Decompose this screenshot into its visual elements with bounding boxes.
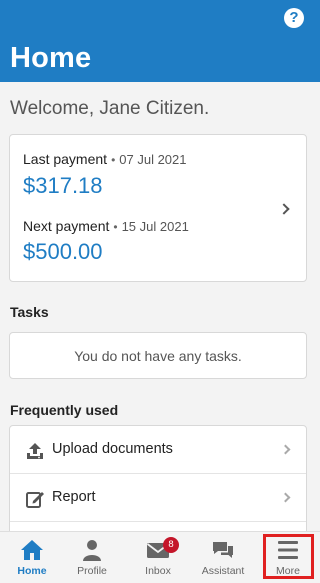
separator-dot: • <box>111 153 116 167</box>
home-icon <box>21 540 43 560</box>
upload-documents-label: Upload documents <box>52 441 173 457</box>
payments-card[interactable]: Last payment • 07 Jul 2021 $317.18 Next pa… <box>9 134 307 282</box>
next-payment-label: Next payment <box>23 218 110 234</box>
tab-assistant-label: Assistant <box>201 565 245 577</box>
tab-home[interactable]: Home <box>0 532 64 583</box>
frequently-used-list: Upload documents Report <box>9 425 307 545</box>
report-label: Report <box>52 489 96 505</box>
tab-inbox[interactable]: 8 Inbox <box>126 532 190 583</box>
upload-documents-item[interactable]: Upload documents <box>10 426 306 474</box>
tasks-heading: Tasks <box>10 304 49 320</box>
tasks-card: You do not have any tasks. <box>9 332 307 379</box>
chevron-right-icon <box>278 203 290 215</box>
next-payment-date: 15 Jul 2021 <box>121 219 189 234</box>
report-item[interactable]: Report <box>10 474 306 522</box>
tab-assistant[interactable]: Assistant <box>191 532 255 583</box>
welcome-message: Welcome, Jane Citizen. <box>10 98 210 119</box>
upload-icon <box>27 443 43 459</box>
tab-profile-label: Profile <box>77 565 107 577</box>
help-icon[interactable]: ? <box>284 8 304 28</box>
header-bar: ? Home <box>0 0 320 82</box>
chat-icon <box>213 542 233 558</box>
next-payment-label-row: Next payment • 15 Jul 2021 <box>23 218 189 234</box>
frequently-used-heading: Frequently used <box>10 402 119 418</box>
chevron-right-icon <box>280 444 291 455</box>
next-payment-amount: $500.00 <box>23 239 103 264</box>
edit-icon <box>26 492 44 508</box>
chevron-right-icon <box>280 492 291 503</box>
separator-dot: • <box>113 220 118 234</box>
tasks-empty-message: You do not have any tasks. <box>74 348 242 364</box>
last-payment-label-row: Last payment • 07 Jul 2021 <box>23 151 187 167</box>
last-payment-amount: $317.18 <box>23 173 103 198</box>
last-payment-label: Last payment <box>23 151 108 167</box>
tab-home-label: Home <box>17 565 47 577</box>
person-icon <box>83 540 101 561</box>
more-tab-highlight <box>263 534 314 579</box>
tab-inbox-label: Inbox <box>145 565 171 577</box>
inbox-badge: 8 <box>163 537 179 553</box>
last-payment-date: 07 Jul 2021 <box>119 152 187 167</box>
tab-profile[interactable]: Profile <box>60 532 124 583</box>
page-title: Home <box>10 42 92 74</box>
